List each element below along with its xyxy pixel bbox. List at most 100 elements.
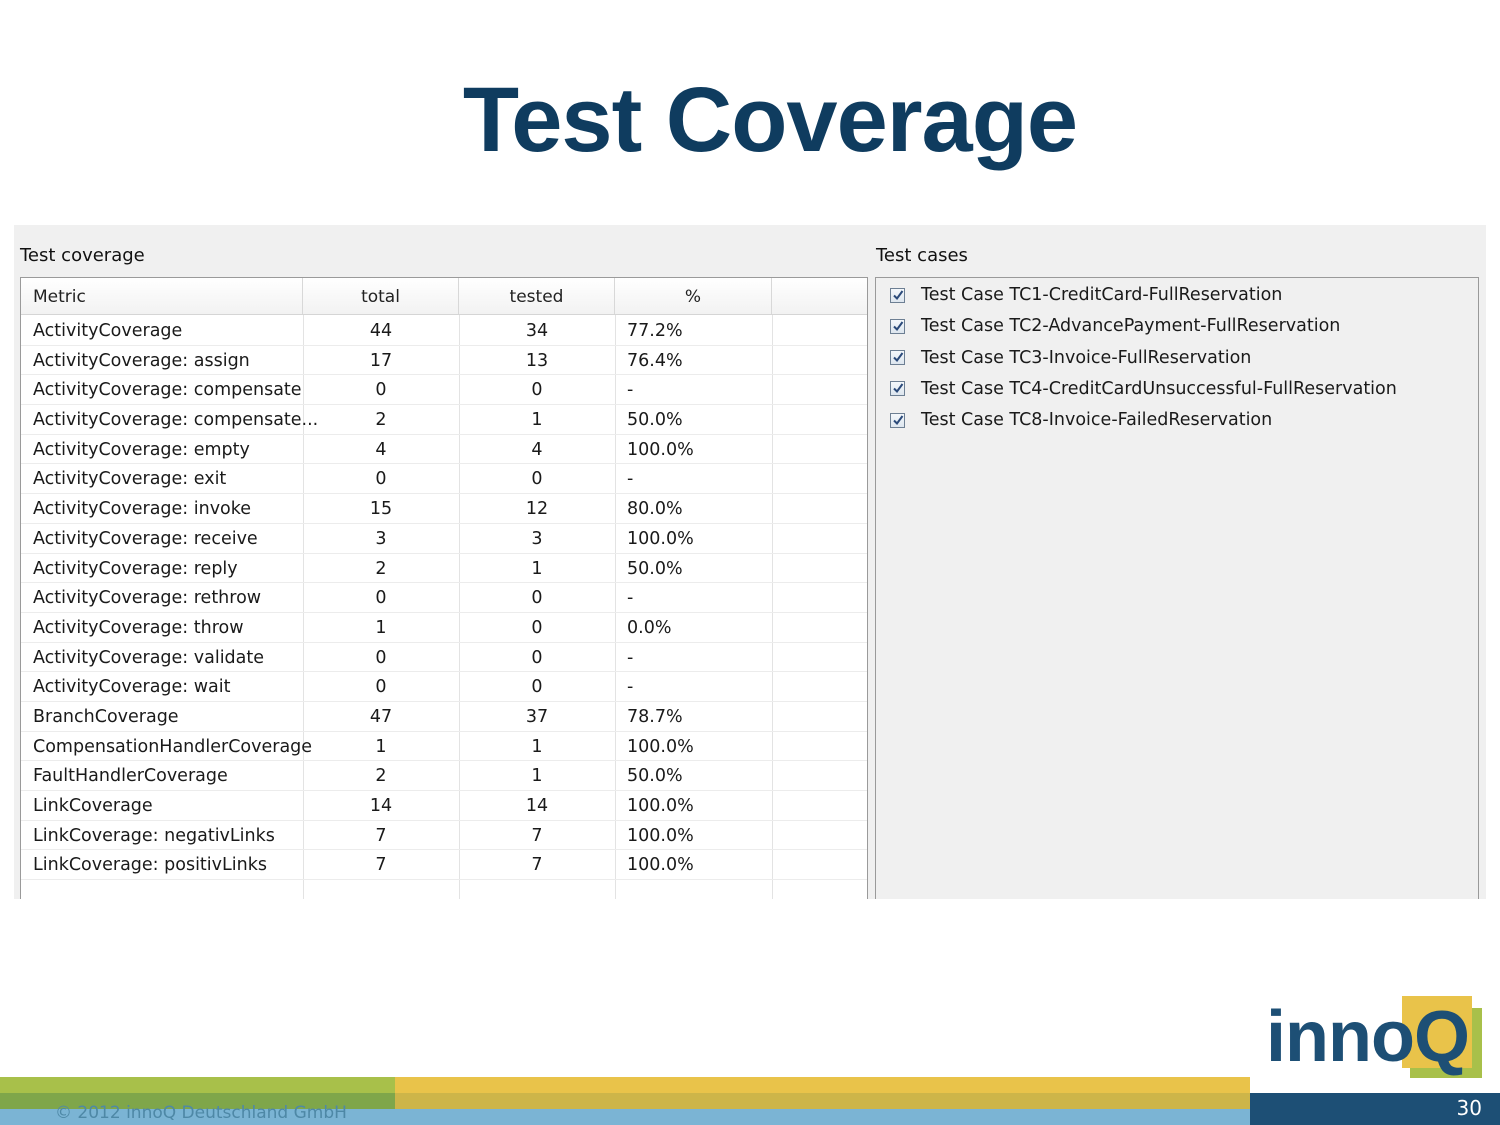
percent-cell: - [627,469,634,490]
table-row[interactable]: ActivityCoverage: exit 0 0 - [21,464,867,495]
column-header-tested[interactable]: tested [459,278,615,314]
metric-cell: CompensationHandlerCoverage [33,736,313,757]
metric-cell: ActivityCoverage: compensate [33,380,302,401]
percent-cell: 100.0% [627,825,694,846]
footer-stripe [395,1077,1250,1093]
total-cell: 2 [375,766,387,787]
test-case-item[interactable]: Test Case TC3-Invoice-FullReservation [890,345,1251,371]
percent-cell: 50.0% [627,410,683,431]
test-case-item[interactable]: Test Case TC4-CreditCardUnsuccessful-Ful… [890,376,1397,402]
column-header-metric[interactable]: Metric [21,278,303,314]
total-cell: 7 [375,825,387,846]
table-row[interactable]: ActivityCoverage: invoke 15 12 80.0% [21,494,867,524]
checkbox-checked-icon[interactable] [890,287,905,303]
test-case-label: Test Case TC3-Invoice-FullReservation [921,347,1252,368]
tested-cell: 4 [531,439,543,460]
test-case-item[interactable]: Test Case TC8-Invoice-FailedReservation [890,407,1272,433]
table-row[interactable]: ActivityCoverage: rethrow 0 0 - [21,583,867,613]
metric-cell: ActivityCoverage: assign [33,350,250,371]
metric-cell: ActivityCoverage: compensate... [33,410,319,431]
innoq-logo: innoQ [1262,992,1484,1082]
tested-cell: 0 [531,617,543,638]
table-row[interactable]: LinkCoverage 14 14 100.0% [21,791,867,821]
percent-cell: 77.2% [627,321,683,341]
total-cell: 3 [375,528,387,549]
metric-cell: FaultHandlerCoverage [33,766,228,787]
percent-cell: - [627,380,634,401]
total-cell: 0 [375,380,387,401]
tested-cell: 1 [531,736,543,757]
metric-cell: ActivityCoverage: reply [33,558,238,579]
table-row[interactable]: BranchCoverage 47 37 78.7% [21,702,867,732]
tested-cell: 1 [531,766,543,787]
table-row[interactable]: LinkCoverage: positivLinks 7 7 100.0% [21,850,867,881]
total-cell: 14 [369,796,393,816]
table-row[interactable]: FaultHandlerCoverage 2 1 50.0% [21,761,867,791]
table-row[interactable]: CompensationHandlerCoverage 1 1 100.0% [21,732,867,762]
percent-cell: 100.0% [627,439,694,460]
test-case-label: Test Case TC2-AdvancePayment-FullReserva… [921,316,1341,337]
metric-cell: ActivityCoverage: rethrow [33,588,262,609]
checkbox-checked-icon[interactable] [890,318,905,334]
table-row[interactable]: ActivityCoverage: empty 4 4 100.0% [21,435,867,465]
logo-text: innoQ [1266,997,1470,1077]
percent-cell: 80.0% [627,499,683,520]
checkbox-checked-icon[interactable] [890,381,905,397]
footer-stripe [0,1077,395,1093]
metric-cell: LinkCoverage: positivLinks [33,855,267,876]
column-header-percent[interactable]: % [615,278,772,314]
table-row[interactable]: ActivityCoverage: validate 0 0 - [21,643,867,673]
table-row[interactable]: LinkCoverage: negativLinks 7 7 100.0% [21,821,867,851]
tested-cell: 0 [531,380,543,401]
total-cell: 0 [375,588,387,609]
tested-cell: 0 [531,677,543,698]
total-cell: 44 [369,321,393,341]
percent-cell: - [627,677,634,698]
table-row[interactable]: ActivityCoverage 44 34 77.2% [21,316,867,346]
total-cell: 0 [375,469,387,490]
percent-cell: 50.0% [627,766,683,787]
percent-cell: 0.0% [627,617,672,638]
column-header-total[interactable]: total [303,278,459,314]
total-cell: 0 [375,677,387,698]
test-coverage-view: Test coverage Test cases Metric total te… [14,225,1486,899]
checkbox-checked-icon[interactable] [890,350,905,366]
table-body: ActivityCoverage 44 34 77.2% ActivityCoverag… [21,316,867,881]
metric-cell: ActivityCoverage: empty [33,439,250,460]
tested-cell: 0 [531,469,543,490]
tested-cell: 14 [525,796,549,816]
table-row[interactable]: ActivityCoverage: compensate... 2 1 50.0% [21,405,867,435]
test-case-label: Test Case TC8-Invoice-FailedReservation [921,410,1273,431]
metric-cell: ActivityCoverage: receive [33,528,258,549]
metric-cell: ActivityCoverage: wait [33,677,231,698]
metric-cell: ActivityCoverage: throw [33,617,244,638]
table-row[interactable]: ActivityCoverage: compensate 0 0 - [21,375,867,406]
metric-cell: ActivityCoverage: validate [33,647,265,668]
table-row[interactable]: ActivityCoverage: reply 2 1 50.0% [21,554,867,584]
table-row[interactable]: ActivityCoverage: throw 1 0 0.0% [21,613,867,643]
tested-cell: 7 [531,825,543,846]
test-case-item[interactable]: Test Case TC2-AdvancePayment-FullReserva… [890,313,1340,339]
metric-cell: BranchCoverage [33,706,179,727]
table-row[interactable]: ActivityCoverage: assign 17 13 76.4% [21,346,867,376]
tested-cell: 0 [531,588,543,609]
total-cell: 2 [375,410,387,431]
tested-cell: 0 [531,647,543,668]
table-row[interactable]: ActivityCoverage: wait 0 0 - [21,672,867,702]
tested-cell: 1 [531,410,543,431]
total-cell: 17 [369,350,393,371]
percent-cell: 100.0% [627,528,694,549]
tested-cell: 13 [525,350,549,371]
table-row[interactable]: ActivityCoverage: receive 3 3 100.0% [21,524,867,554]
footer-stripe [395,1093,1250,1109]
percent-cell: 76.4% [627,350,683,371]
metric-cell: LinkCoverage: negativLinks [33,825,275,846]
tested-cell: 1 [531,558,543,579]
percent-cell: 100.0% [627,855,694,876]
test-case-item[interactable]: Test Case TC1-CreditCard-FullReservation [890,282,1282,308]
total-cell: 0 [375,647,387,668]
checkbox-checked-icon[interactable] [890,412,905,428]
page-number: 30 [1456,1096,1482,1120]
coverage-table[interactable]: Metric total tested % ActivityCoverage 44… [20,277,868,899]
total-cell: 4 [375,439,387,460]
